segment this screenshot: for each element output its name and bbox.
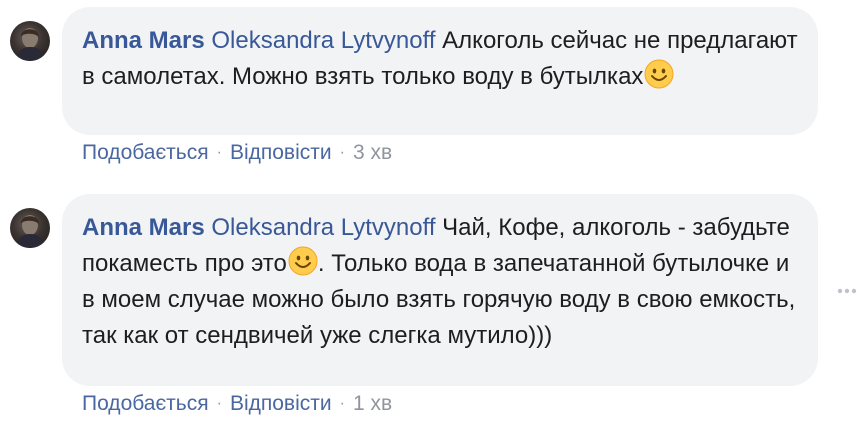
comment-author[interactable]: Anna Mars (82, 27, 205, 54)
comment-bubble: Anna Mars Oleksandra Lytvynoff Алкоголь … (62, 7, 818, 135)
mention-link[interactable]: Oleksandra Lytvynoff (211, 27, 435, 54)
reply-button[interactable]: Відповісти (230, 392, 332, 415)
more-options-icon[interactable] (836, 286, 858, 296)
separator-dot: · (216, 395, 222, 412)
comment-actions: Подобається · Відповісти · 3 хв (82, 140, 392, 168)
reply-button[interactable]: Відповісти (230, 141, 332, 164)
comment-bubble: Anna Mars Oleksandra Lytvynoff Чай, Кофе… (62, 194, 818, 386)
timestamp[interactable]: 3 хв (353, 141, 392, 164)
like-button[interactable]: Подобається (82, 392, 209, 415)
separator-dot: · (339, 395, 345, 412)
mention-link[interactable]: Oleksandra Lytvynoff (211, 214, 435, 241)
comment-actions: Подобається · Відповісти · 1 хв (82, 391, 392, 419)
separator-dot: · (216, 144, 222, 161)
smiling-face-emoji (644, 59, 674, 89)
separator-dot: · (339, 144, 345, 161)
like-button[interactable]: Подобається (82, 141, 209, 164)
smiling-face-emoji (288, 246, 318, 276)
avatar[interactable] (10, 208, 50, 248)
timestamp[interactable]: 1 хв (353, 392, 392, 415)
avatar[interactable] (10, 21, 50, 61)
comment-author[interactable]: Anna Mars (82, 214, 205, 241)
